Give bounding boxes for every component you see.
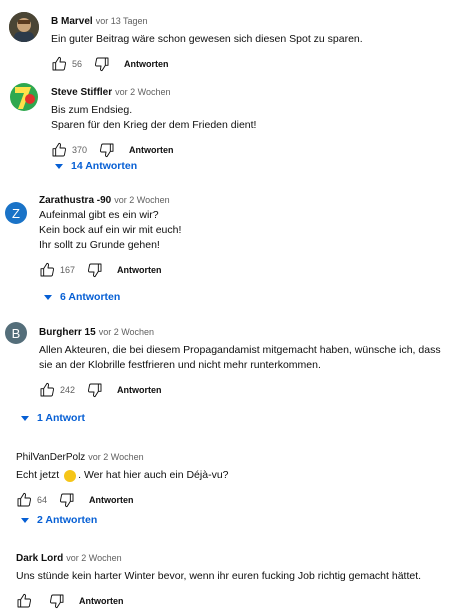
view-replies-button[interactable]: 6 Antworten	[44, 291, 120, 303]
thumbs-up-icon	[17, 492, 32, 507]
comment-time[interactable]: vor 2 Wochen	[99, 327, 154, 337]
comment-text: Uns stünde kein harter Winter bevor, wen…	[16, 570, 422, 582]
comment-text: Echt jetzt . Wer hat hier auch ein Déjà-…	[16, 469, 229, 482]
comment-time[interactable]: vor 2 Wochen	[88, 452, 143, 462]
comment-author[interactable]: Steve Stiffler	[51, 87, 112, 98]
like-button[interactable]	[16, 492, 32, 508]
comment-author[interactable]: B Marvel	[51, 16, 93, 27]
chevron-down-icon	[55, 163, 63, 169]
comment-time[interactable]: vor 13 Tagen	[96, 16, 148, 26]
thumbs-up-icon	[52, 142, 67, 157]
comment-time[interactable]: vor 2 Wochen	[66, 553, 121, 563]
dislike-button[interactable]	[94, 56, 110, 72]
comment-actions: 242 Antworten	[39, 381, 444, 399]
avatar[interactable]: Z	[5, 202, 27, 224]
dislike-button[interactable]	[49, 593, 65, 609]
comment-text: Bis zum Endsieg. Sparen für den Krieg de…	[51, 104, 257, 131]
comment-actions: Antworten	[16, 592, 446, 610]
like-button[interactable]	[39, 382, 55, 398]
reply-button[interactable]: Antworten	[117, 385, 162, 395]
comment: Zarathustra -90 vor 2 Wochen Aufeinmal gi…	[39, 193, 439, 279]
comment-actions: 56 Antworten	[51, 55, 441, 73]
like-button[interactable]	[51, 142, 67, 158]
comment-actions: 64 Antworten	[16, 491, 436, 509]
like-count: 56	[72, 59, 83, 69]
chevron-down-icon	[44, 294, 52, 300]
like-count: 167	[60, 265, 76, 275]
thumbs-up-icon	[40, 382, 55, 397]
reply-button[interactable]: Antworten	[89, 495, 134, 505]
avatar-photo	[9, 12, 39, 42]
thumbs-down-icon	[49, 594, 64, 609]
seven-up-logo-icon	[10, 83, 38, 111]
comment-time[interactable]: vor 2 Wochen	[115, 87, 170, 97]
view-replies-button[interactable]: 1 Antwort	[21, 412, 85, 424]
dislike-button[interactable]	[87, 382, 103, 398]
like-button[interactable]	[16, 593, 32, 609]
comment-actions: 167 Antworten	[39, 261, 439, 279]
thumbs-down-icon	[94, 57, 109, 72]
comment: PhilVanDerPolz vor 2 Wochen Echt jetzt . …	[16, 447, 436, 509]
comment-author[interactable]: Burgherr 15	[39, 327, 96, 338]
dislike-button[interactable]	[87, 262, 103, 278]
thumbs-down-icon	[59, 493, 74, 508]
reply-button[interactable]: Antworten	[79, 596, 124, 606]
dislike-button[interactable]	[59, 492, 75, 508]
comment: Burgherr 15 vor 2 Wochen Allen Akteuren, …	[39, 322, 444, 399]
like-count: 370	[72, 145, 88, 155]
comment: B Marvel vor 13 Tagen Ein guter Beitrag w…	[51, 11, 441, 73]
avatar[interactable]	[9, 82, 39, 112]
avatar[interactable]	[9, 12, 39, 42]
like-button[interactable]	[39, 262, 55, 278]
comment: Dark Lord vor 2 Wochen Uns stünde kein ha…	[16, 548, 446, 610]
comment-author[interactable]: Dark Lord	[16, 553, 63, 564]
thinking-face-emoji-icon	[64, 469, 77, 482]
thumbs-down-icon	[88, 263, 102, 278]
comment-time[interactable]: vor 2 Wochen	[114, 195, 169, 205]
view-replies-button[interactable]: 2 Antworten	[21, 514, 97, 526]
thumbs-up-icon	[40, 262, 55, 277]
like-button[interactable]	[51, 56, 67, 72]
reply-button[interactable]: Antworten	[129, 145, 174, 155]
thumbs-up-icon	[17, 593, 32, 608]
reply-button[interactable]: Antworten	[124, 59, 169, 69]
reply-button[interactable]: Antworten	[117, 265, 162, 275]
view-replies-button[interactable]: 14 Antworten	[55, 160, 137, 172]
comment-author[interactable]: Zarathustra -90	[39, 195, 111, 206]
chevron-down-icon	[21, 517, 29, 523]
like-count: 64	[37, 495, 48, 505]
thumbs-down-icon	[88, 383, 102, 398]
comment: Steve Stiffler vor 2 Wochen Bis zum Endsi…	[51, 82, 441, 159]
comment-text: Allen Akteuren, die bei diesem Propagand…	[39, 344, 441, 371]
chevron-down-icon	[21, 415, 29, 421]
comment-actions: 370 Antworten	[51, 141, 441, 159]
comment-author[interactable]: PhilVanDerPolz	[16, 452, 85, 463]
dislike-button[interactable]	[99, 142, 115, 158]
like-count: 242	[60, 385, 76, 395]
thumbs-down-icon	[100, 143, 114, 158]
avatar[interactable]: B	[5, 322, 27, 344]
comment-text: Aufeinmal gibt es ein wir? Kein bock auf…	[39, 209, 182, 251]
comment-text: Ein guter Beitrag wäre schon gewesen sic…	[51, 33, 363, 45]
thumbs-up-icon	[52, 56, 67, 71]
